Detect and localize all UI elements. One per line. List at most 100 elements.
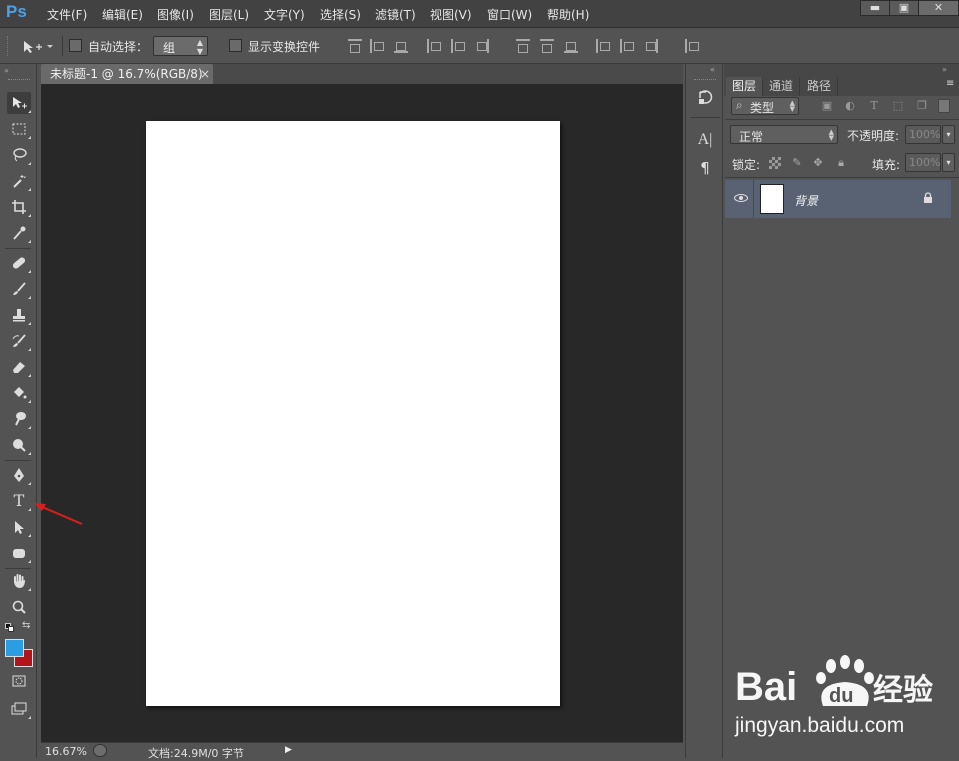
- fill-slider-arrow-icon[interactable]: ▾: [942, 153, 955, 172]
- distribute-bottom-icon[interactable]: [564, 39, 578, 53]
- layer-filter-value: 类型: [750, 101, 775, 115]
- tab-channels[interactable]: 通道: [763, 77, 801, 96]
- status-info-icon[interactable]: [93, 744, 107, 757]
- align-top-icon[interactable]: [348, 39, 362, 53]
- paint-bucket-tool[interactable]: [7, 382, 31, 404]
- filter-pixel-icon[interactable]: ▣: [821, 100, 833, 112]
- document-tab[interactable]: 未标题-1 @ 16.7%(RGB/8) ×: [41, 64, 213, 84]
- distribute-vcenter-icon[interactable]: [540, 39, 554, 53]
- type-tool[interactable]: T: [7, 490, 31, 512]
- screen-mode-button[interactable]: [7, 698, 31, 720]
- filter-shape-icon[interactable]: ⬚: [892, 100, 904, 112]
- crop-tool[interactable]: [7, 196, 31, 218]
- distribute-right-icon[interactable]: [644, 39, 658, 53]
- layer-filter-dropdown[interactable]: ⌕ 类型 ▲ ▼: [731, 97, 799, 115]
- dodge-tool[interactable]: [7, 434, 31, 456]
- distribute-top-icon[interactable]: [516, 39, 530, 53]
- default-colors-icon[interactable]: [5, 623, 15, 633]
- pen-tool[interactable]: [7, 464, 31, 486]
- layer-name[interactable]: 背景: [794, 192, 818, 209]
- panel-grip: [8, 79, 30, 81]
- menu-select[interactable]: 选择(S): [320, 6, 361, 23]
- lock-transparent-icon[interactable]: [769, 157, 781, 169]
- filter-smart-object-icon[interactable]: ❐: [916, 100, 928, 112]
- lock-position-icon[interactable]: ✥: [812, 157, 824, 169]
- lock-paint-icon[interactable]: ✎: [791, 157, 803, 169]
- menu-edit[interactable]: 编辑(E): [102, 6, 143, 23]
- status-menu-arrow-icon[interactable]: ▶: [285, 745, 292, 755]
- align-left-icon[interactable]: [427, 39, 441, 53]
- show-transform-checkbox[interactable]: [229, 39, 242, 52]
- expand-dock-icon[interactable]: «: [710, 65, 715, 74]
- menu-help[interactable]: 帮助(H): [547, 6, 589, 23]
- document-canvas[interactable]: [146, 121, 560, 706]
- annotation-arrow-icon: [34, 503, 83, 525]
- fill-input[interactable]: 100%: [905, 153, 941, 172]
- tab-paths[interactable]: 路径: [801, 77, 839, 96]
- filter-type-icon[interactable]: T: [868, 100, 880, 112]
- menu-layer[interactable]: 图层(L): [209, 6, 249, 23]
- eraser-tool[interactable]: [7, 356, 31, 378]
- maximize-button[interactable]: ▣: [889, 0, 919, 16]
- blend-mode-dropdown[interactable]: 正常 ▲ ▼: [730, 125, 838, 144]
- menu-filter[interactable]: 滤镜(T): [375, 6, 416, 23]
- stamp-icon: [13, 309, 25, 322]
- menu-window[interactable]: 窗口(W): [487, 6, 532, 23]
- layer-visibility-eye-icon[interactable]: [733, 192, 749, 204]
- document-tab-close-icon[interactable]: ×: [200, 64, 210, 84]
- layer-row[interactable]: 背景: [725, 180, 951, 218]
- history-brush-tool[interactable]: [7, 330, 31, 352]
- swap-colors-icon[interactable]: ⇆: [22, 620, 30, 631]
- magic-wand-tool[interactable]: [7, 170, 31, 192]
- move-tool[interactable]: [7, 92, 31, 114]
- paragraph-panel-icon[interactable]: ¶: [695, 158, 715, 178]
- close-button[interactable]: ✕: [918, 0, 959, 16]
- panel-header-strip: [724, 64, 959, 77]
- opacity-slider-arrow-icon[interactable]: ▾: [942, 125, 955, 144]
- brush-tool[interactable]: [7, 278, 31, 300]
- menu-image[interactable]: 图像(I): [157, 6, 194, 23]
- eyedropper-tool[interactable]: [7, 222, 31, 244]
- hand-tool[interactable]: [7, 570, 31, 592]
- zoom-level[interactable]: 16.67%: [45, 745, 87, 758]
- tools-panel: » T ⇆: [0, 64, 37, 758]
- shape-tool[interactable]: [7, 542, 31, 564]
- auto-align-layers-icon[interactable]: [685, 39, 699, 53]
- align-bottom-icon[interactable]: [394, 39, 408, 53]
- show-transform-label: 显示变换控件: [248, 40, 321, 54]
- tab-layers[interactable]: 图层: [726, 77, 764, 96]
- menu-type[interactable]: 文字(Y): [264, 6, 305, 23]
- zoom-tool[interactable]: [7, 596, 31, 618]
- blur-tool[interactable]: [7, 408, 31, 430]
- character-panel-icon[interactable]: A|: [695, 130, 715, 150]
- opacity-input[interactable]: 100%: [905, 125, 941, 144]
- minimize-button[interactable]: ▬: [860, 0, 890, 16]
- document-tab-title: 未标题-1 @ 16.7%(RGB/8): [50, 67, 203, 81]
- distribute-hcenter-icon[interactable]: [620, 39, 634, 53]
- filter-toggle-icon[interactable]: [938, 99, 950, 113]
- quick-mask-button[interactable]: [7, 670, 31, 692]
- history-panel-icon[interactable]: [695, 88, 715, 108]
- lasso-tool[interactable]: [7, 144, 31, 166]
- align-vcenter-icon[interactable]: [370, 39, 384, 53]
- clone-stamp-tool[interactable]: [7, 304, 31, 326]
- blur-drop-icon: [15, 412, 26, 426]
- tool-preset-picker[interactable]: [20, 37, 56, 55]
- opacity-label: 不透明度:: [847, 129, 900, 143]
- filter-adjustment-icon[interactable]: ◐: [844, 100, 856, 112]
- collapse-panels-icon[interactable]: »: [942, 65, 947, 74]
- auto-select-dropdown[interactable]: 组 ▲ ▼: [153, 36, 208, 56]
- path-selection-tool[interactable]: [7, 516, 31, 538]
- panel-menu-icon[interactable]: ≡: [946, 78, 954, 89]
- menu-view[interactable]: 视图(V): [430, 6, 472, 23]
- auto-select-checkbox[interactable]: [69, 39, 82, 52]
- align-right-icon[interactable]: [475, 39, 489, 53]
- align-hcenter-icon[interactable]: [451, 39, 465, 53]
- marquee-tool[interactable]: [7, 118, 31, 140]
- menu-file[interactable]: 文件(F): [47, 6, 87, 23]
- collapse-panel-icon[interactable]: »: [4, 66, 9, 75]
- lock-all-icon[interactable]: 🔒︎: [835, 157, 847, 169]
- healing-brush-tool[interactable]: [7, 252, 31, 274]
- distribute-left-icon[interactable]: [596, 39, 610, 53]
- foreground-color-swatch[interactable]: [5, 639, 24, 657]
